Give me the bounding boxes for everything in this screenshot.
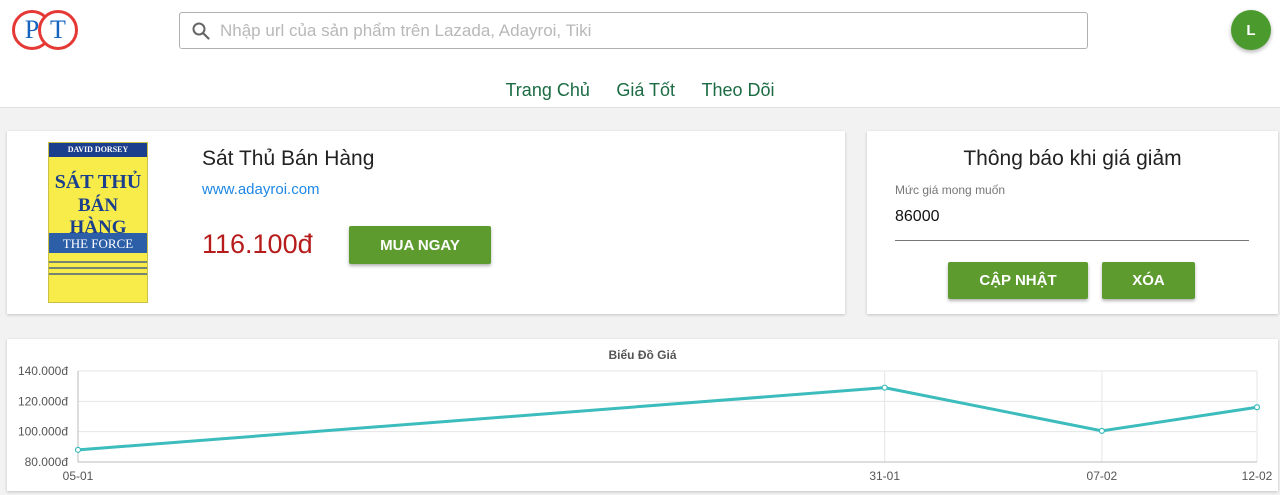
header: P T L Trang Chủ Giá Tốt Theo Dõi: [0, 0, 1280, 108]
price-point: [1098, 427, 1105, 435]
y-tick-label: 140.000đ: [18, 364, 68, 378]
avatar[interactable]: L: [1231, 10, 1271, 50]
y-tick-label: 100.000đ: [18, 425, 68, 439]
cover-title-line1: SÁT THỦ: [54, 171, 142, 193]
logo-letter-t: T: [38, 10, 78, 50]
nav-item-home[interactable]: Trang Chủ: [505, 80, 589, 101]
search-icon: [192, 22, 210, 40]
search-box[interactable]: [179, 12, 1088, 49]
desired-price-label: Mức giá mong muốn: [895, 183, 1006, 197]
x-tick-label: 07-02: [1087, 469, 1118, 483]
cover-text-line: [49, 267, 147, 269]
cover-subtitle: THE FORCE: [62, 236, 134, 251]
search-input[interactable]: [220, 13, 1080, 48]
product-title: Sát Thủ Bán Hàng: [202, 147, 375, 170]
y-tick-label: 120.000đ: [18, 394, 68, 408]
price-point: [1253, 404, 1261, 411]
buy-now-button[interactable]: MUA NGAY: [349, 226, 491, 264]
cover-author: DAVID DORSEY: [67, 145, 129, 154]
product-source-link[interactable]: www.adayroi.com: [202, 181, 320, 198]
nav-item-following[interactable]: Theo Dõi: [701, 80, 774, 101]
logo[interactable]: P T: [12, 10, 78, 50]
price-alert-title: Thông báo khi giá giảm: [963, 147, 1182, 170]
price-point: [881, 384, 888, 391]
delete-button[interactable]: XÓA: [1102, 262, 1195, 299]
main-nav: Trang Chủ Giá Tốt Theo Dõi: [0, 80, 1280, 104]
product-card: DAVID DORSEY SÁT THỦ BÁN HÀNG THE FORCE …: [7, 131, 845, 314]
nav-item-best-price[interactable]: Giá Tốt: [616, 80, 675, 101]
price-line: [77, 386, 1258, 452]
cover-text-line: [49, 273, 147, 275]
x-tick-label: 05-01: [63, 469, 94, 483]
y-tick-label: 80.000đ: [25, 455, 69, 469]
x-tick-label: 12-02: [1242, 469, 1273, 483]
price-chart: 80.000đ 100.000đ 120.000đ 140.000đ 05-01 31-0…: [18, 364, 1273, 483]
product-price: 116.100đ: [202, 229, 313, 259]
price-chart-card: Biểu Đồ Giá 80.000đ 100.000đ 120.000đ 140.0…: [7, 339, 1278, 491]
price-alert-card: Thông báo khi giá giảm Mức giá mong muốn…: [867, 131, 1278, 314]
x-tick-label: 31-01: [869, 469, 900, 483]
desired-price-input[interactable]: [895, 203, 1249, 241]
product-image[interactable]: DAVID DORSEY SÁT THỦ BÁN HÀNG THE FORCE: [48, 142, 148, 303]
cover-text-line: [49, 261, 147, 263]
price-point: [74, 446, 82, 453]
update-button[interactable]: CẬP NHẬT: [948, 262, 1088, 299]
